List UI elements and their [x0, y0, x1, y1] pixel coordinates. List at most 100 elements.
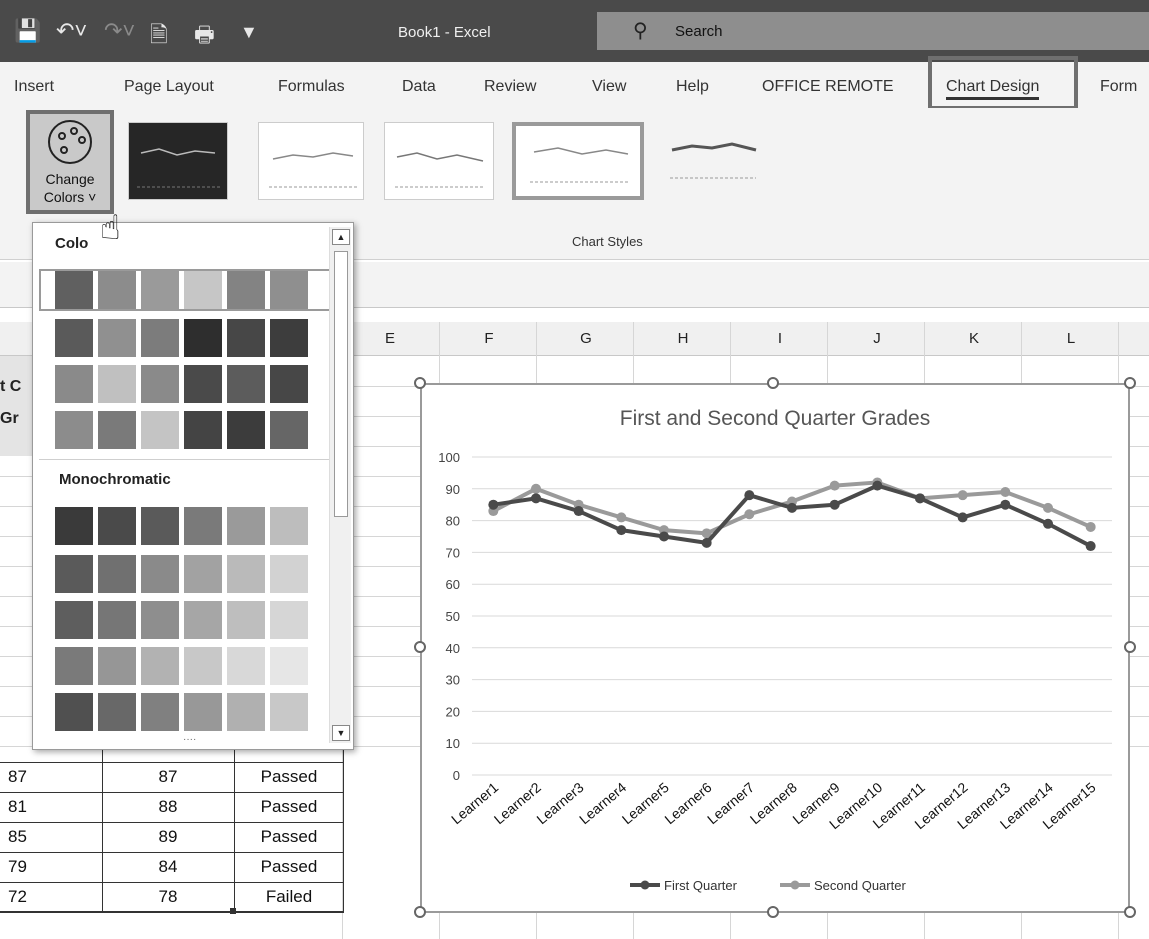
second-quarter-cell[interactable]: 84 [102, 857, 234, 877]
mono-palette-row[interactable] [55, 647, 313, 685]
column-header-h[interactable]: H [635, 330, 731, 347]
y-tick-label: 100 [438, 450, 460, 465]
resize-handle[interactable] [414, 641, 426, 653]
remarks-cell[interactable]: Passed [234, 797, 344, 817]
tab-help[interactable]: Help [676, 78, 709, 96]
resize-handle[interactable] [1124, 906, 1136, 918]
color-swatch [141, 319, 179, 357]
first-quarter-cell[interactable]: 72 [0, 887, 102, 907]
first-quarter-cell[interactable]: 85 [0, 827, 102, 847]
data-point [829, 480, 840, 491]
second-quarter-cell[interactable]: 89 [102, 827, 234, 847]
chart-style-3[interactable] [384, 122, 494, 200]
resize-handle[interactable] [1124, 377, 1136, 389]
tab-insert[interactable]: Insert [14, 78, 54, 96]
first-quarter-cell[interactable]: 81 [0, 797, 102, 817]
chart-style-1[interactable] [128, 122, 228, 200]
color-swatch [184, 647, 222, 685]
chart-style-4-selected[interactable] [512, 122, 644, 200]
tab-formulas[interactable]: Formulas [278, 78, 345, 96]
column-header-e[interactable]: E [342, 330, 438, 347]
color-palette-row[interactable] [55, 411, 313, 449]
color-swatch [141, 601, 179, 639]
color-swatch [55, 319, 93, 357]
redo-icon[interactable]: ↷˅ [104, 18, 135, 44]
scroll-up-icon[interactable]: ▲ [332, 229, 350, 245]
tab-view[interactable]: View [592, 78, 626, 96]
change-colors-button[interactable]: Change Colors ˅ [26, 110, 114, 214]
data-point [1000, 486, 1011, 497]
mono-palette-row[interactable] [55, 601, 313, 639]
second-quarter-cell[interactable]: 78 [102, 887, 234, 907]
resize-grip-icon[interactable]: ···· [183, 734, 196, 745]
mono-palette-row[interactable] [55, 693, 313, 731]
color-swatch [55, 411, 93, 449]
first-quarter-cell[interactable]: 87 [0, 767, 102, 787]
color-swatch [141, 271, 179, 309]
remarks-cell[interactable]: Passed [234, 857, 344, 877]
table-row[interactable]: 72 78 Failed [0, 882, 344, 912]
color-palette-row-selected[interactable] [39, 269, 339, 311]
quick-print-icon[interactable]: 🖶 [194, 18, 215, 56]
color-swatch [184, 601, 222, 639]
color-palette-row[interactable] [55, 365, 313, 403]
mono-palette-row[interactable] [55, 507, 313, 545]
table-header-cut-2: Gr [0, 410, 19, 427]
scroll-down-icon[interactable]: ▼ [332, 725, 350, 741]
remarks-cell[interactable]: Passed [234, 767, 344, 787]
table-row[interactable]: 79 84 Passed [0, 852, 344, 882]
second-quarter-cell[interactable]: 88 [102, 797, 234, 817]
column-header-j[interactable]: J [829, 330, 925, 347]
data-point [872, 480, 883, 491]
scroll-thumb[interactable] [334, 251, 348, 517]
data-point [744, 490, 755, 501]
color-swatch [55, 365, 93, 403]
color-palette-row[interactable] [55, 319, 313, 357]
chart-styles-group-label: Chart Styles [572, 234, 643, 249]
legend-marker [790, 880, 800, 890]
color-swatch [55, 271, 93, 309]
column-header-g[interactable]: G [538, 330, 634, 347]
column-header-f[interactable]: F [441, 330, 537, 347]
mono-palette-row[interactable] [55, 555, 313, 593]
color-swatch [227, 319, 265, 357]
resize-handle[interactable] [767, 377, 779, 389]
tab-review[interactable]: Review [484, 78, 536, 96]
resize-handle[interactable] [414, 377, 426, 389]
table-row[interactable]: 85 89 Passed [0, 822, 344, 852]
color-swatch [184, 319, 222, 357]
tab-data[interactable]: Data [402, 78, 436, 96]
color-swatch [55, 693, 93, 731]
print-preview-icon[interactable]: 🗎 [150, 18, 168, 56]
chart-style-5[interactable] [660, 122, 766, 200]
search-box[interactable]: ⚲ Search [597, 12, 1149, 50]
tab-office-remote[interactable]: OFFICE REMOTE [762, 78, 894, 96]
table-row[interactable]: 87 87 Passed [0, 762, 344, 792]
dropdown-scrollbar[interactable]: ▲ ▼ [329, 227, 351, 743]
customize-toolbar-icon[interactable]: ▼ [240, 22, 258, 43]
color-swatch [270, 319, 308, 357]
color-swatch [141, 555, 179, 593]
color-swatch [141, 411, 179, 449]
color-swatch [184, 555, 222, 593]
resize-handle[interactable] [1124, 641, 1136, 653]
table-border [0, 911, 344, 913]
first-quarter-cell[interactable]: 79 [0, 857, 102, 877]
remarks-cell[interactable]: Failed [234, 887, 344, 907]
undo-icon[interactable]: ↶˅ [56, 18, 87, 44]
x-tick-label: Learner1 [448, 779, 501, 827]
second-quarter-cell[interactable]: 87 [102, 767, 234, 787]
column-header-i[interactable]: I [732, 330, 828, 347]
resize-handle[interactable] [767, 906, 779, 918]
tab-format[interactable]: Form [1100, 78, 1137, 96]
fill-handle[interactable] [230, 908, 236, 914]
tab-page-layout[interactable]: Page Layout [124, 78, 214, 96]
column-header-k[interactable]: K [926, 330, 1022, 347]
remarks-cell[interactable]: Passed [234, 827, 344, 847]
save-icon[interactable]: 💾 [14, 18, 41, 44]
column-header-l[interactable]: L [1023, 330, 1119, 347]
resize-handle[interactable] [414, 906, 426, 918]
table-row[interactable]: 81 88 Passed [0, 792, 344, 822]
chart-style-2[interactable] [258, 122, 364, 200]
chart-area[interactable]: First and Second Quarter Grades 0 10 20 30 40… [420, 383, 1130, 913]
